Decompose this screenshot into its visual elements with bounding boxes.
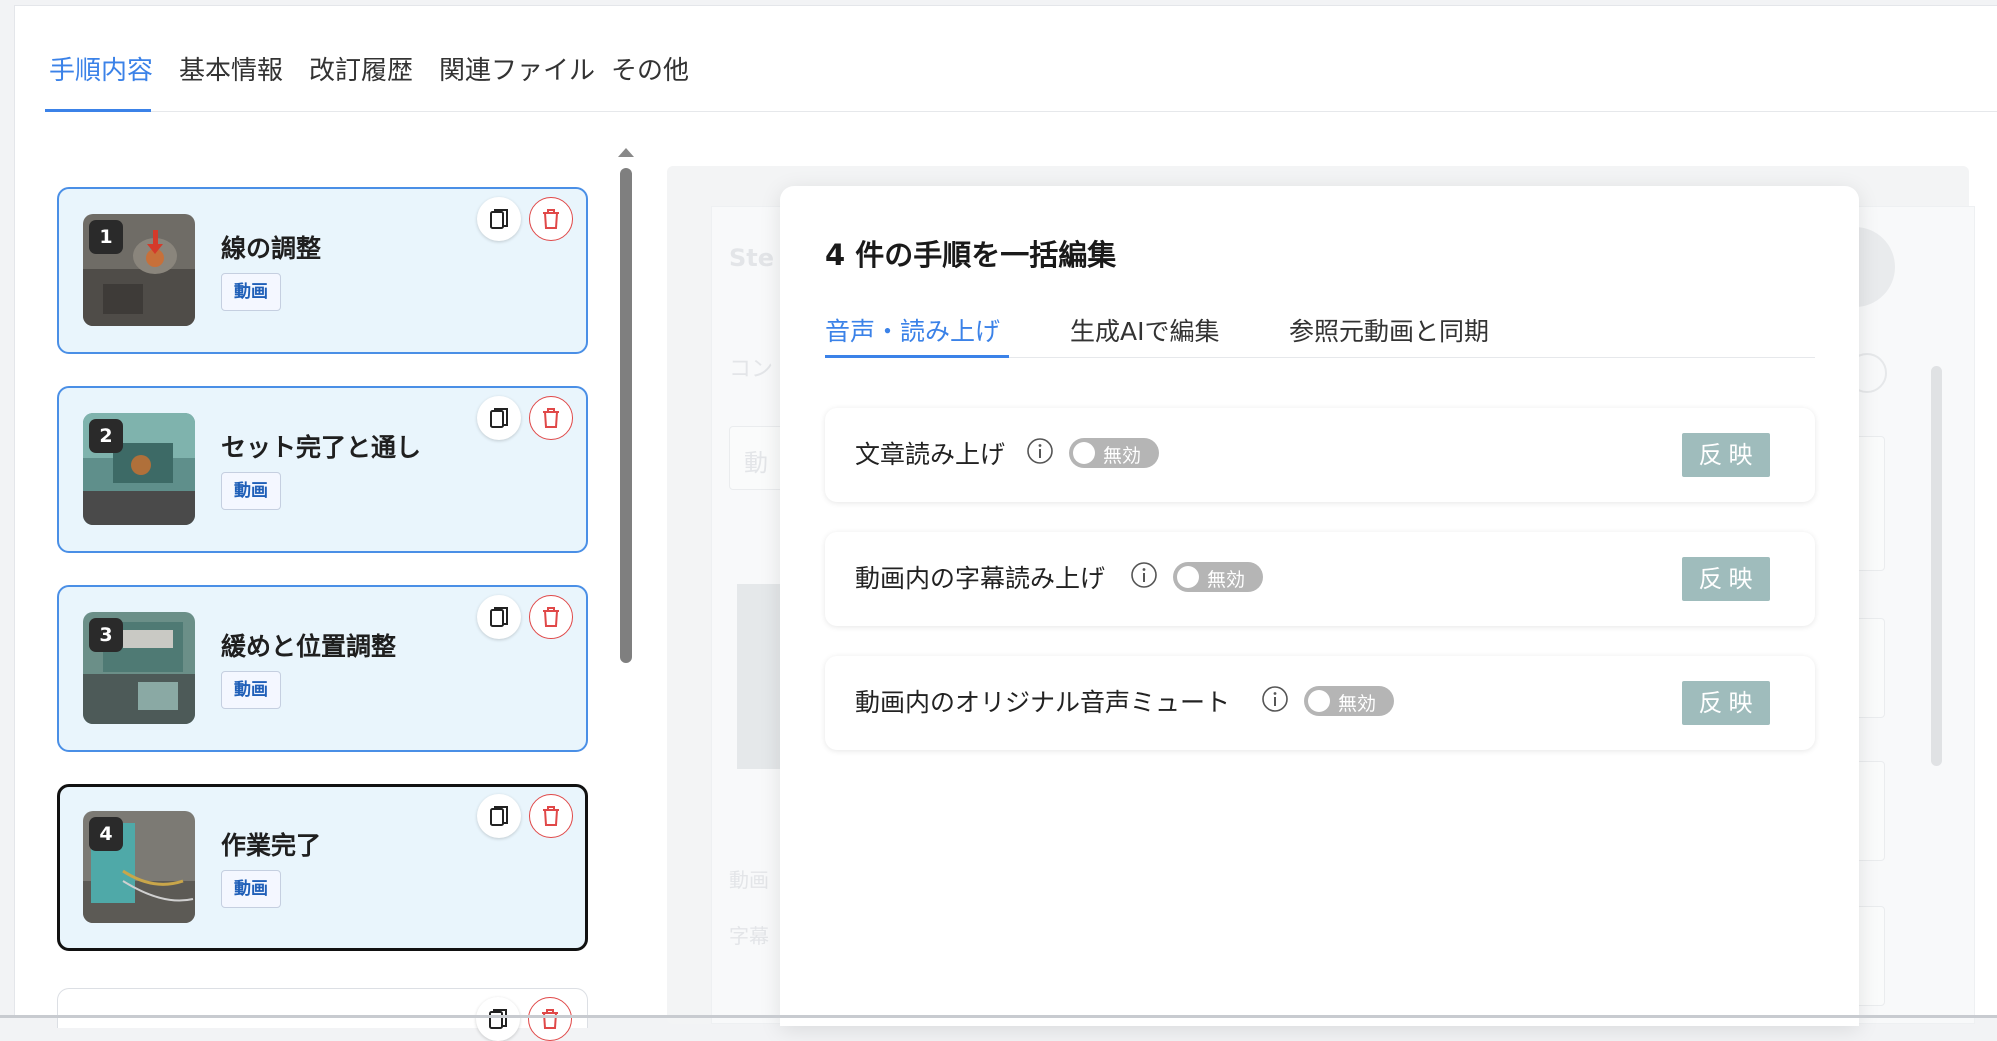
delete-step-button[interactable] xyxy=(528,997,572,1041)
step-thumbnail: 3 xyxy=(83,612,195,724)
editor-textarea xyxy=(1855,618,1885,718)
copy-step-button[interactable] xyxy=(477,396,521,440)
apply-button[interactable]: 反映 xyxy=(1682,681,1770,725)
editor-textarea xyxy=(1855,906,1885,1006)
toggle-knob xyxy=(1177,566,1199,588)
step-card[interactable] xyxy=(57,988,588,1041)
delete-step-button[interactable] xyxy=(529,794,573,838)
step-title: 線の調整 xyxy=(221,234,322,263)
step-type-badge: 動画 xyxy=(221,273,281,311)
trash-icon xyxy=(543,408,559,428)
bulk-edit-modal: 4 件の手順を一括編集 音声・読み上げ 生成AIで編集 参照元動画と同期 文章読… xyxy=(780,186,1859,1026)
trash-icon xyxy=(543,806,559,826)
modal-active-tab-indicator xyxy=(825,355,1009,358)
editor-textarea xyxy=(1855,761,1885,861)
active-tab-indicator xyxy=(45,109,151,112)
step-number: 1 xyxy=(89,220,123,254)
setting-subtitle-readout: 動画内の字幕読み上げ 無効 反映 xyxy=(825,532,1815,626)
toggle-state-label: 無効 xyxy=(1207,569,1246,591)
editor-input-prefix: 動 xyxy=(744,449,768,477)
step-type-badge: 動画 xyxy=(221,671,281,709)
step-card-selected[interactable]: 4 作業完了 動画 xyxy=(57,784,588,951)
toggle-knob xyxy=(1073,442,1095,464)
step-card[interactable]: 1 線の調整 動画 xyxy=(57,187,588,354)
step-card[interactable]: 3 緩めと位置調整 動画 xyxy=(57,585,588,752)
toggle-knob xyxy=(1308,690,1330,712)
setting-label: 動画内のオリジナル音声ミュート xyxy=(855,688,1231,717)
editor-textarea xyxy=(1855,436,1885,571)
modal-title: 4 件の手順を一括編集 xyxy=(825,238,1117,272)
step-number: 3 xyxy=(89,618,123,652)
copy-step-button[interactable] xyxy=(476,997,520,1041)
app-window: 手順内容 基本情報 改訂履歴 関連ファイル その他 1 線の調整 動画 2 セッ… xyxy=(14,5,1997,1041)
step-type-badge: 動画 xyxy=(221,472,281,510)
copy-step-button[interactable] xyxy=(477,794,521,838)
toggle-state-label: 無効 xyxy=(1103,445,1142,467)
trash-icon xyxy=(543,209,559,229)
step-thumbnail: 2 xyxy=(83,413,195,525)
modal-tab-bar: 音声・読み上げ 生成AIで編集 参照元動画と同期 xyxy=(825,302,1815,358)
setting-text-readout: 文章読み上げ 無効 反映 xyxy=(825,408,1815,502)
info-icon[interactable] xyxy=(1261,685,1289,713)
step-number: 2 xyxy=(89,419,123,453)
editor-scrollbar xyxy=(1931,366,1942,766)
tab-procedure-content[interactable]: 手順内容 xyxy=(49,50,153,87)
setting-label: 文章読み上げ xyxy=(855,440,1006,469)
trash-icon xyxy=(542,1009,558,1029)
step-card[interactable]: 2 セット完了と通し 動画 xyxy=(57,386,588,553)
scroll-up-icon[interactable] xyxy=(618,148,634,157)
toggle-switch[interactable]: 無効 xyxy=(1069,438,1159,468)
copy-icon xyxy=(490,806,508,826)
toggle-switch[interactable]: 無効 xyxy=(1304,686,1394,716)
tab-voice-readout[interactable]: 音声・読み上げ xyxy=(825,312,1000,348)
copy-icon xyxy=(490,408,508,428)
tab-other[interactable]: その他 xyxy=(611,50,689,87)
step-list-scrollbar[interactable] xyxy=(620,168,632,663)
step-number: 4 xyxy=(89,817,123,851)
apply-button[interactable]: 反映 xyxy=(1682,557,1770,601)
copy-icon xyxy=(489,1009,507,1029)
info-icon[interactable] xyxy=(1130,561,1158,589)
tab-ai-edit[interactable]: 生成AIで編集 xyxy=(1070,312,1219,348)
top-tab-bar: 手順内容 基本情報 改訂履歴 関連ファイル その他 xyxy=(45,36,1997,112)
step-thumbnail: 4 xyxy=(83,811,195,923)
step-thumbnail: 1 xyxy=(83,214,195,326)
editor-subtitle-label: 字幕 xyxy=(729,924,769,948)
editor-content-label: コン xyxy=(729,357,774,382)
setting-label: 動画内の字幕読み上げ xyxy=(855,564,1106,593)
step-title: 作業完了 xyxy=(221,831,322,860)
toggle-switch[interactable]: 無効 xyxy=(1173,562,1263,592)
delete-step-button[interactable] xyxy=(529,595,573,639)
editor-step-label: Ste xyxy=(729,244,775,272)
tab-revision-history[interactable]: 改訂履歴 xyxy=(309,50,413,87)
step-title: 緩めと位置調整 xyxy=(221,632,397,661)
step-title: セット完了と通し xyxy=(221,433,422,462)
delete-step-button[interactable] xyxy=(529,197,573,241)
delete-step-button[interactable] xyxy=(529,396,573,440)
apply-button[interactable]: 反映 xyxy=(1682,433,1770,477)
tab-related-files[interactable]: 関連ファイル xyxy=(439,50,595,87)
editor-video-label: 動画 xyxy=(729,868,769,892)
tab-sync-source-video[interactable]: 参照元動画と同期 xyxy=(1289,312,1489,348)
copy-icon xyxy=(490,607,508,627)
trash-icon xyxy=(543,607,559,627)
copy-icon xyxy=(490,209,508,229)
toggle-state-label: 無効 xyxy=(1338,693,1377,715)
copy-step-button[interactable] xyxy=(477,595,521,639)
step-type-badge: 動画 xyxy=(221,870,281,908)
copy-step-button[interactable] xyxy=(477,197,521,241)
setting-original-audio-mute: 動画内のオリジナル音声ミュート 無効 反映 xyxy=(825,656,1815,750)
tab-basic-info[interactable]: 基本情報 xyxy=(179,50,283,87)
info-icon[interactable] xyxy=(1026,437,1054,465)
